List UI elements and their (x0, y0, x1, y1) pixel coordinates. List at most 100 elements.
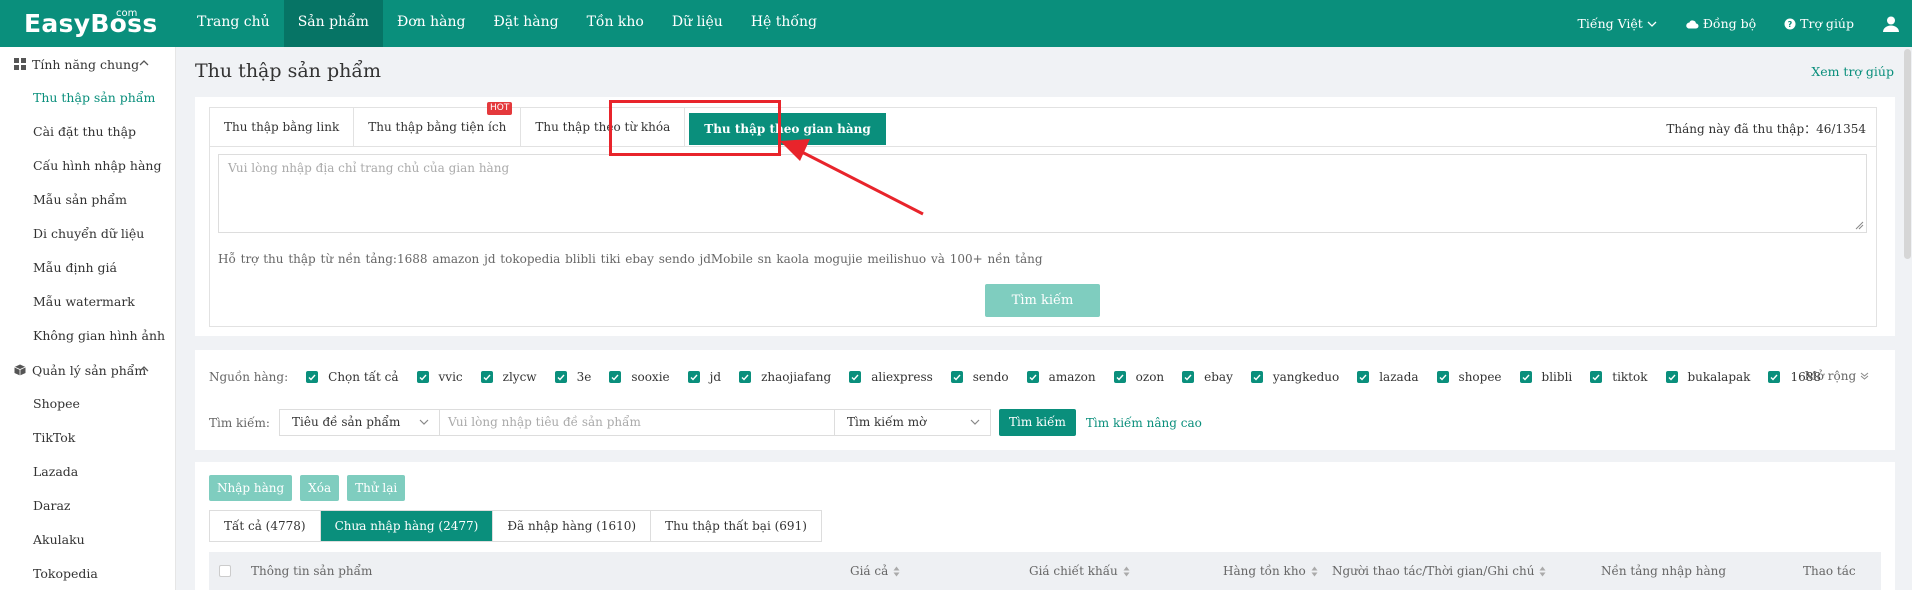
checkbox-checked-icon[interactable] (1182, 371, 1195, 383)
sync-button[interactable]: Đồng bộ (1685, 16, 1756, 31)
checkbox-checked-icon[interactable] (739, 371, 752, 383)
page-scrollbar[interactable] (1902, 47, 1912, 590)
tab-imported[interactable]: Đã nhập hàng (1610) (493, 511, 652, 541)
chevron-down-icon (1647, 21, 1657, 27)
checkbox-checked-icon[interactable] (480, 371, 493, 383)
source-option-label: vvic (438, 370, 463, 384)
sort-icon (1311, 566, 1318, 576)
nav-item-orders[interactable]: Đơn hàng (383, 0, 480, 47)
source-option-ozon[interactable]: ozon (1113, 370, 1164, 384)
tab-collect-by-link[interactable]: Thu thập bằng link (210, 108, 355, 146)
source-option-lazada[interactable]: lazada (1357, 370, 1419, 384)
textarea-placeholder: Vui lòng nhập địa chỉ trang chủ của gian… (228, 161, 510, 175)
checkbox-checked-icon[interactable] (609, 371, 622, 383)
source-option-jd[interactable]: jd (687, 370, 721, 384)
sidebar-item-data-migration[interactable]: Di chuyển dữ liệu (0, 217, 175, 251)
store-url-textarea[interactable]: Vui lòng nhập địa chỉ trang chủ của gian… (218, 154, 1867, 233)
tab-all[interactable]: Tất cả (4778) (210, 511, 321, 541)
retry-button[interactable]: Thử lại (347, 475, 406, 501)
nav-item-data[interactable]: Dữ liệu (658, 0, 737, 47)
source-option-bukalapak[interactable]: bukalapak (1665, 370, 1750, 384)
source-option-zhaojiafang[interactable]: zhaojiafang (739, 370, 831, 384)
scrollbar-thumb[interactable] (1904, 49, 1911, 259)
advanced-search-link[interactable]: Tìm kiếm nâng cao (1086, 416, 1202, 430)
source-option-shopee[interactable]: shopee (1436, 370, 1502, 384)
checkbox-checked-icon[interactable] (1113, 371, 1126, 383)
filter-search-button[interactable]: Tìm kiếm (999, 409, 1076, 436)
sidebar-item-shopee[interactable]: Shopee (0, 387, 175, 421)
sidebar-group-common[interactable]: Tính năng chung (0, 47, 175, 81)
nav-item-inventory[interactable]: Tồn kho (573, 0, 658, 47)
nav-item-system[interactable]: Hệ thống (737, 0, 831, 47)
checkbox-checked-icon[interactable] (554, 371, 567, 383)
brand-logo[interactable]: EasyBoss (24, 9, 158, 38)
search-field-select[interactable]: Tiêu đề sản phẩm (279, 409, 440, 436)
source-option-all[interactable]: Chọn tất cả (306, 370, 399, 384)
sidebar-group-product-management[interactable]: Quản lý sản phẩm (0, 353, 175, 387)
sidebar-item-tokopedia[interactable]: Tokopedia (0, 557, 175, 590)
checkbox-checked-icon[interactable] (687, 371, 700, 383)
user-icon[interactable] (1882, 15, 1900, 33)
source-option-3e[interactable]: 3e (554, 370, 591, 384)
sidebar-item-daraz[interactable]: Daraz (0, 489, 175, 523)
sidebar-item-product-template[interactable]: Mẫu sản phẩm (0, 183, 175, 217)
import-button[interactable]: Nhập hàng (209, 475, 293, 501)
source-option-ebay[interactable]: ebay (1182, 370, 1233, 384)
checkbox-checked-icon[interactable] (849, 371, 862, 383)
checkbox-checked-icon[interactable] (1357, 371, 1370, 383)
match-mode-select[interactable]: Tìm kiếm mờ (835, 409, 991, 436)
checkbox-checked-icon[interactable] (1026, 371, 1039, 383)
checkbox-checked-icon[interactable] (1436, 371, 1449, 383)
source-option-sendo[interactable]: sendo (950, 370, 1009, 384)
source-label: Nguồn hàng: (209, 370, 289, 384)
column-stock[interactable]: Hàng tồn kho (1223, 564, 1318, 578)
checkbox-checked-icon[interactable] (306, 371, 319, 383)
source-option-blibli[interactable]: blibli (1519, 370, 1572, 384)
sidebar-item-watermark-template[interactable]: Mẫu watermark (0, 285, 175, 319)
column-discount-price[interactable]: Giá chiết khấu (1029, 564, 1130, 578)
column-price[interactable]: Giá cả (850, 564, 900, 578)
checkbox-checked-icon[interactable] (1250, 371, 1263, 383)
nav-item-products[interactable]: Sản phẩm (283, 0, 383, 47)
checkbox-checked-icon[interactable] (1665, 371, 1678, 383)
column-label: Thao tác (1803, 564, 1856, 578)
sidebar-item-pricing-template[interactable]: Mẫu định giá (0, 251, 175, 285)
collect-search-button[interactable]: Tìm kiếm (985, 284, 1100, 317)
source-option-zlycw[interactable]: zlycw (480, 370, 537, 384)
select-all-checkbox[interactable] (219, 565, 231, 577)
delete-button[interactable]: Xóa (300, 475, 340, 501)
checkbox-checked-icon[interactable] (950, 371, 963, 383)
column-operator-time-note[interactable]: Người thao tác/Thời gian/Ghi chú (1332, 564, 1546, 578)
nav-item-purchase[interactable]: Đặt hàng (479, 0, 572, 47)
tab-not-imported[interactable]: Chưa nhập hàng (2477) (320, 511, 494, 541)
sidebar-item-collect-settings[interactable]: Cài đặt thu thập (0, 115, 175, 149)
source-option-yangkeduo[interactable]: yangkeduo (1250, 370, 1339, 384)
checkbox-checked-icon[interactable] (1768, 371, 1781, 383)
checkbox-checked-icon[interactable] (1590, 371, 1603, 383)
source-option-amazon[interactable]: amazon (1026, 370, 1096, 384)
tab-failed[interactable]: Thu thập thất bại (691) (651, 511, 821, 541)
source-option-aliexpress[interactable]: aliexpress (849, 370, 933, 384)
tab-collect-by-extension[interactable]: Thu thập bằng tiện ích HOT (354, 102, 522, 146)
source-option-vvic[interactable]: vvic (416, 370, 463, 384)
sidebar-item-collect-products[interactable]: Thu thập sản phẩm (0, 81, 175, 115)
checkbox-checked-icon[interactable] (416, 371, 429, 383)
sidebar-item-import-config[interactable]: Cấu hình nhập hàng (0, 149, 175, 183)
sidebar-item-image-space[interactable]: Không gian hình ảnh (0, 319, 175, 353)
checkbox-checked-icon[interactable] (1519, 371, 1532, 383)
sidebar: Tính năng chung Thu thập sản phẩm Cài đặ… (0, 47, 176, 590)
product-title-search-input[interactable]: Vui lòng nhập tiêu đề sản phẩm (440, 409, 835, 436)
sidebar-item-akulaku[interactable]: Akulaku (0, 523, 175, 557)
column-import-platform: Nền tảng nhập hàng (1601, 564, 1726, 578)
sidebar-item-tiktok[interactable]: TikTok (0, 421, 175, 455)
source-option-sooxie[interactable]: sooxie (609, 370, 670, 384)
source-option-tiktok[interactable]: tiktok (1590, 370, 1648, 384)
help-button[interactable]: ? Trợ giúp (1784, 16, 1854, 31)
resize-handle-icon[interactable] (1855, 221, 1864, 230)
sidebar-item-lazada[interactable]: Lazada (0, 455, 175, 489)
chevron-down-icon (419, 419, 429, 425)
expand-sources-toggle[interactable]: Mở rộng (1804, 369, 1869, 383)
nav-item-home[interactable]: Trang chủ (183, 0, 284, 47)
language-selector[interactable]: Tiếng Việt (1578, 16, 1657, 31)
view-help-link[interactable]: Xem trợ giúp (1811, 64, 1894, 79)
